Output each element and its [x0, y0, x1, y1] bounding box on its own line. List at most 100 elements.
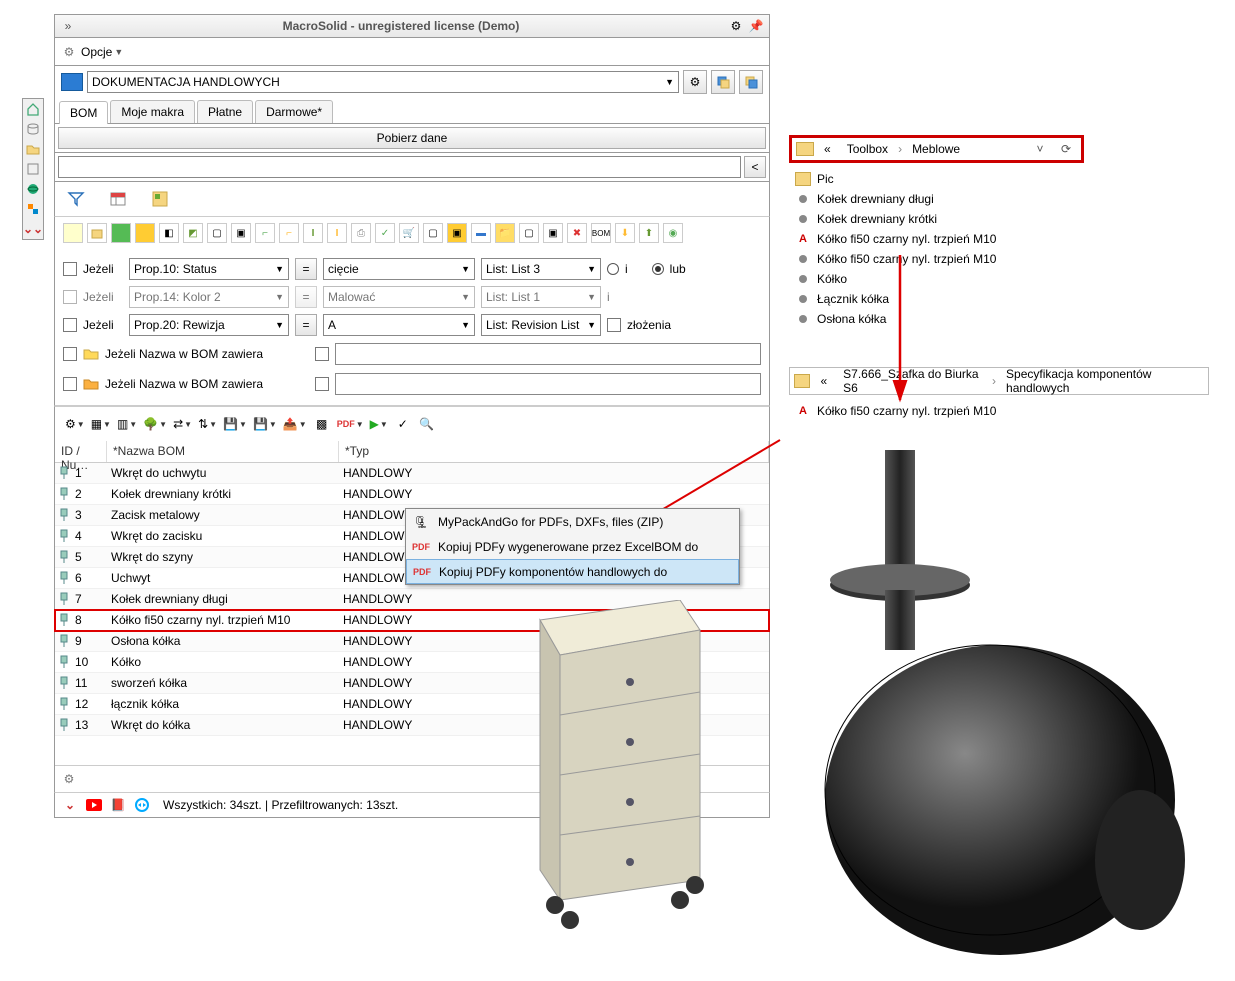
- list-item[interactable]: Kółko: [791, 269, 1082, 289]
- crumb-toolbox[interactable]: Toolbox: [841, 142, 894, 156]
- list-item[interactable]: Kołek drewniany krótki: [791, 209, 1082, 229]
- tb2-play[interactable]: ▶▼: [368, 413, 390, 435]
- list-item[interactable]: Osłona kółka: [791, 309, 1082, 329]
- strip-icon-24[interactable]: ⬇: [615, 223, 635, 243]
- copy1-button[interactable]: [711, 70, 735, 94]
- strip-icon-17[interactable]: ▣: [447, 223, 467, 243]
- tab-darmowe[interactable]: Darmowe*: [255, 100, 333, 123]
- tb2-save2[interactable]: 💾▼: [251, 413, 279, 435]
- i-radio[interactable]: [607, 263, 619, 275]
- search-input[interactable]: [58, 156, 741, 178]
- template-icon[interactable]: [149, 188, 171, 210]
- copy2-button[interactable]: [739, 70, 763, 94]
- strip-icon-16[interactable]: ▢: [423, 223, 443, 243]
- options-label[interactable]: Opcje: [81, 45, 112, 59]
- filter1-list-combo[interactable]: List: List 3▼: [481, 258, 601, 280]
- zlozenia-checkbox[interactable]: [607, 318, 621, 332]
- sphere-icon[interactable]: [23, 179, 43, 199]
- tb2-save1[interactable]: 💾▼: [221, 413, 249, 435]
- list-item[interactable]: Kółko fi50 czarny nyl. trzpień M10: [791, 249, 1082, 269]
- tb2-export[interactable]: 📤▼: [281, 413, 309, 435]
- parts-icon[interactable]: [23, 199, 43, 219]
- list-item[interactable]: Łącznik kółka: [791, 289, 1082, 309]
- menu-item-copy-pdf-excelbom[interactable]: PDF Kopiuj PDFy wygenerowane przez Excel…: [406, 534, 739, 559]
- table-icon[interactable]: [107, 188, 129, 210]
- tb2-gear[interactable]: ⚙▼: [63, 413, 87, 435]
- tb2-apply[interactable]: ✓: [392, 413, 414, 435]
- tb2-sort[interactable]: ⇅▼: [196, 413, 219, 435]
- strip-icon-8[interactable]: ▣: [231, 223, 251, 243]
- fetch-data-button[interactable]: Pobierz dane: [58, 127, 766, 149]
- chevrons-down-icon[interactable]: ⌄⌄: [23, 219, 43, 239]
- strip-icon-2[interactable]: [87, 223, 107, 243]
- name1-checkbox[interactable]: [63, 347, 77, 361]
- sheet-icon[interactable]: [23, 159, 43, 179]
- crumb-back[interactable]: «: [814, 374, 833, 388]
- strip-icon-4[interactable]: [135, 223, 155, 243]
- filter3-prop-combo[interactable]: Prop.20: Rewizja▼: [129, 314, 289, 336]
- strip-icon-26[interactable]: ◉: [663, 223, 683, 243]
- crumb-meblowe[interactable]: Meblowe: [906, 142, 966, 156]
- refresh-icon[interactable]: ⟳: [1055, 142, 1077, 156]
- strip-icon-14[interactable]: ✓: [375, 223, 395, 243]
- pin-icon[interactable]: 📌: [747, 17, 765, 35]
- grid-gear-icon[interactable]: ⚙: [61, 771, 77, 787]
- col-name-header[interactable]: *Nazwa BOM: [107, 441, 339, 462]
- tb2-move[interactable]: ⇄▼: [171, 413, 194, 435]
- strip-icon-9[interactable]: ⌐: [255, 223, 275, 243]
- strip-icon-5[interactable]: ◧: [159, 223, 179, 243]
- col-id-header[interactable]: ID / Nu…: [55, 441, 107, 462]
- filter1-val-combo[interactable]: cięcie▼: [323, 258, 475, 280]
- tb2-qr[interactable]: ▩: [311, 413, 333, 435]
- strip-icon-22[interactable]: ✖: [567, 223, 587, 243]
- collapse-icon[interactable]: »: [59, 19, 77, 33]
- filter2-list-combo[interactable]: List: List 1▼: [481, 286, 601, 308]
- name2-aux-checkbox[interactable]: [315, 377, 329, 391]
- teamviewer-icon[interactable]: [133, 796, 151, 814]
- filter1-checkbox[interactable]: [63, 262, 77, 276]
- tab-moje-makra[interactable]: Moje makra: [110, 100, 195, 123]
- name1-input[interactable]: [335, 343, 761, 365]
- home-icon[interactable]: [23, 99, 43, 119]
- list-item[interactable]: Pic: [791, 169, 1082, 189]
- document-combo[interactable]: DOKUMENTACJA HANDLOWYCH ▼: [87, 71, 679, 93]
- cylinder-icon[interactable]: [23, 119, 43, 139]
- strip-icon-15[interactable]: 🛒: [399, 223, 419, 243]
- tb2-table[interactable]: ▥▼: [115, 413, 139, 435]
- monitor-icon[interactable]: [61, 73, 83, 91]
- tab-bom[interactable]: BOM: [59, 101, 108, 124]
- strip-icon-6[interactable]: ◩: [183, 223, 203, 243]
- strip-icon-13[interactable]: ⎙: [351, 223, 371, 243]
- filter1-prop-combo[interactable]: Prop.10: Status▼: [129, 258, 289, 280]
- strip-icon-19[interactable]: 📁: [495, 223, 515, 243]
- filter3-list-combo[interactable]: List: Revision List▼: [481, 314, 601, 336]
- tb2-grid[interactable]: ▦▼: [89, 413, 113, 435]
- lub-radio[interactable]: [652, 263, 664, 275]
- tb2-zoom[interactable]: 🔍: [416, 413, 438, 435]
- chevron-down-icon[interactable]: ▼: [114, 47, 123, 57]
- list-item[interactable]: AKółko fi50 czarny nyl. trzpień M10: [791, 401, 1207, 421]
- filter2-val-combo[interactable]: Malować▼: [323, 286, 475, 308]
- strip-icon-18[interactable]: ▬: [471, 223, 491, 243]
- filter3-checkbox[interactable]: [63, 318, 77, 332]
- chevrons-icon[interactable]: ⌄: [61, 796, 79, 814]
- strip-icon-25[interactable]: ⬆: [639, 223, 659, 243]
- folder-icon[interactable]: [23, 139, 43, 159]
- strip-icon-21[interactable]: ▣: [543, 223, 563, 243]
- filter3-op-button[interactable]: =: [295, 314, 317, 336]
- strip-icon-12[interactable]: I: [327, 223, 347, 243]
- strip-icon-20[interactable]: ▢: [519, 223, 539, 243]
- strip-icon-10[interactable]: ⌐: [279, 223, 299, 243]
- strip-icon-11[interactable]: I: [303, 223, 323, 243]
- crumb-spec[interactable]: Specyfikacja komponentów handlowych: [1000, 367, 1204, 395]
- chevron-down-icon[interactable]: ˅: [1029, 142, 1051, 156]
- strip-icon-7[interactable]: ▢: [207, 223, 227, 243]
- name2-checkbox[interactable]: [63, 377, 77, 391]
- search-back-button[interactable]: <: [744, 156, 766, 178]
- list-item[interactable]: AKółko fi50 czarny nyl. trzpień M10: [791, 229, 1082, 249]
- settings-icon[interactable]: ⚙: [727, 17, 745, 35]
- tb2-pdf[interactable]: PDF▼: [335, 413, 366, 435]
- crumb-back[interactable]: «: [818, 142, 837, 156]
- filter2-prop-combo[interactable]: Prop.14: Kolor 2▼: [129, 286, 289, 308]
- menu-item-mypackandgo[interactable]: 🗜 MyPackAndGo for PDFs, DXFs, files (ZIP…: [406, 509, 739, 534]
